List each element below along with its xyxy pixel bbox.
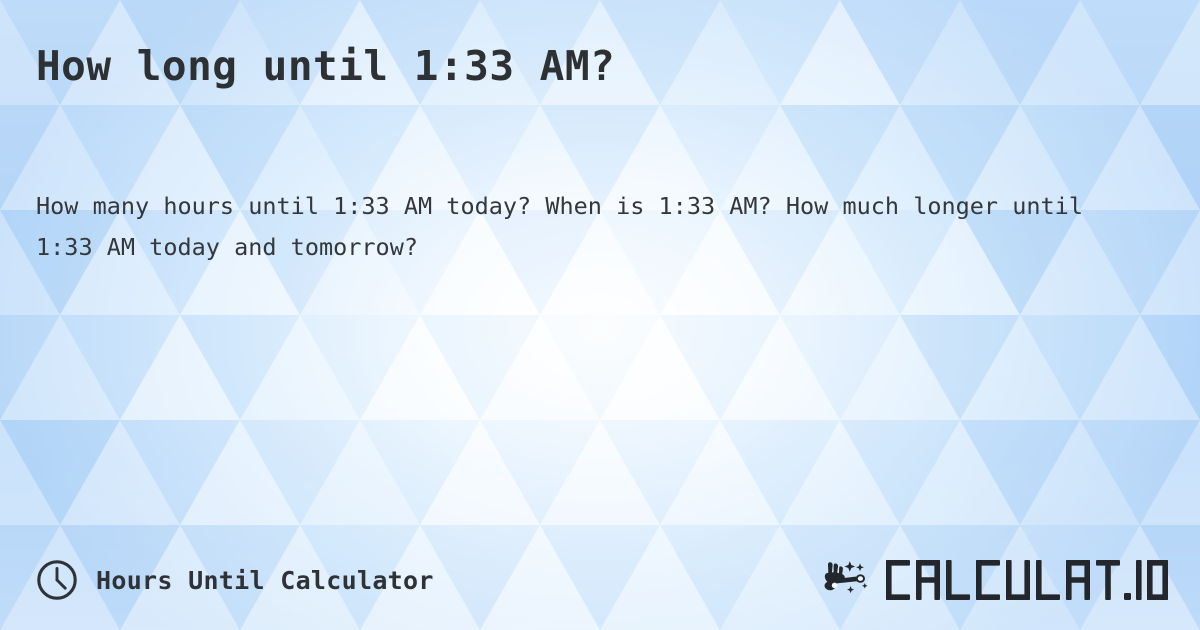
magic-wand-hand-icon [824,561,868,594]
calculatio-wordmark [886,560,1168,600]
og-card: How long until 1:33 AM? How many hours u… [0,0,1200,630]
footer: Hours Until Calculator [36,552,1170,608]
footer-brand[interactable]: Hours Until Calculator [36,559,434,601]
calculatio-logo[interactable] [820,556,1170,604]
clock-icon [37,560,77,600]
page-description: How many hours until 1:33 AM today? When… [36,192,1083,261]
footer-brand-label: Hours Until Calculator [96,565,434,595]
page-content: How long until 1:33 AM? How many hours u… [0,0,1200,630]
page-title: How long until 1:33 AM? [36,42,616,90]
